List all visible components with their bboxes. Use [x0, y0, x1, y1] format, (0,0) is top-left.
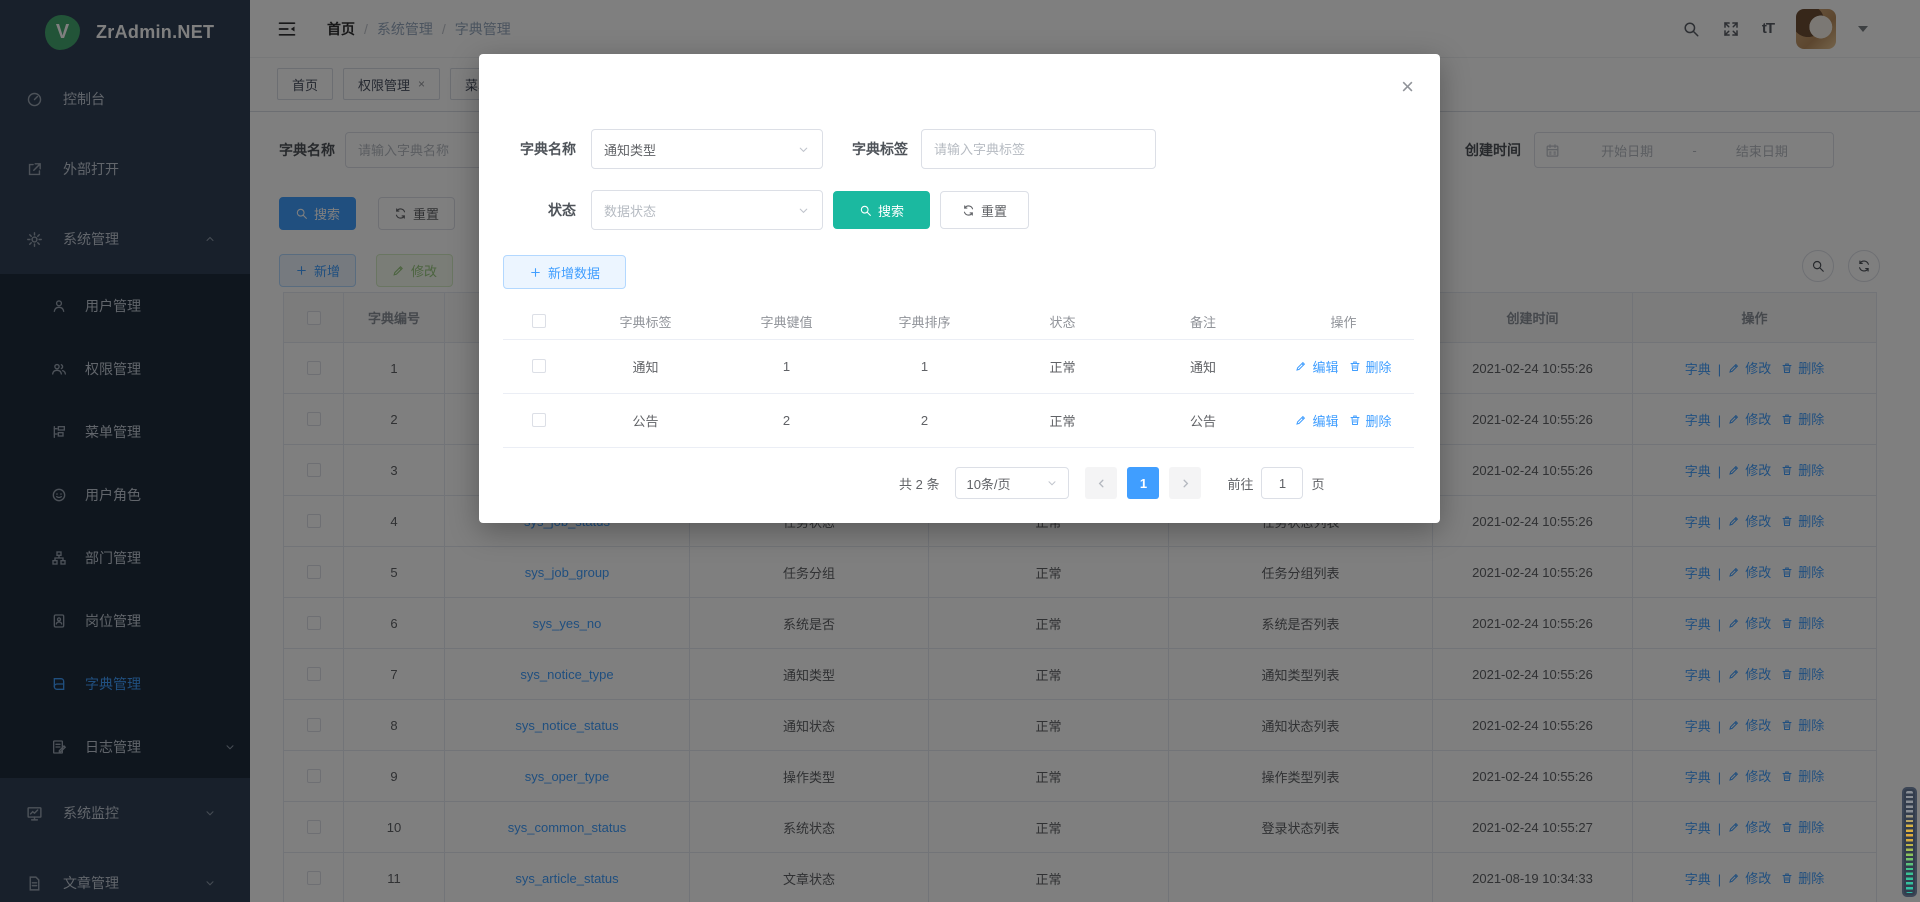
pagination: 共 2 条 10条/页 1 前往 页 — [899, 467, 1325, 499]
modal-search-label: 搜索 — [878, 201, 904, 220]
page-number-current[interactable]: 1 — [1127, 467, 1159, 499]
app-root: V ZrAdmin.NET 控制台 外部打开 系统管理 用户管理 权限管理 — [0, 0, 1920, 902]
chevron-right-icon — [1179, 477, 1192, 490]
modal-dict-label-label: 字典标签 — [837, 129, 908, 169]
row-checkbox[interactable] — [532, 413, 546, 427]
modal-reset-label: 重置 — [981, 201, 1007, 220]
modal-dict-name-label: 字典名称 — [505, 129, 576, 169]
modal-add-data-label: 新增数据 — [548, 263, 600, 282]
modal-dict-label-input[interactable] — [921, 129, 1156, 169]
next-page-button[interactable] — [1169, 467, 1201, 499]
select-all-checkbox[interactable] — [532, 314, 546, 328]
chevron-left-icon — [1095, 477, 1108, 490]
chevron-down-icon — [1046, 477, 1058, 489]
pagination-goto-label: 前往 — [1227, 474, 1253, 493]
row-delete-link[interactable]: 删除 — [1349, 357, 1392, 376]
close-icon[interactable]: × — [1401, 76, 1414, 98]
chevron-down-icon — [797, 204, 810, 217]
col-header-value: 字典键值 — [716, 304, 857, 339]
cell-status: 正常 — [992, 393, 1133, 447]
modal-add-data-button[interactable]: 新增数据 — [503, 255, 626, 289]
col-header-sort: 字典排序 — [857, 304, 992, 339]
modal-table-row: 公告 2 2 正常 公告 编辑 删除 — [503, 393, 1414, 447]
modal-dict-name-select[interactable]: 通知类型 — [591, 129, 823, 169]
cell-status: 正常 — [992, 339, 1133, 393]
scrollbar-indicator[interactable] — [1902, 787, 1917, 897]
prev-page-button[interactable] — [1085, 467, 1117, 499]
cell-remark: 通知 — [1133, 339, 1273, 393]
modal-table-header-row: 字典标签 字典键值 字典排序 状态 备注 操作 — [503, 304, 1414, 339]
page-size-select[interactable]: 10条/页 — [955, 467, 1069, 499]
plus-icon — [529, 266, 542, 279]
cell-label: 公告 — [575, 393, 716, 447]
select-placeholder: 数据状态 — [604, 201, 656, 220]
search-icon — [859, 204, 872, 217]
pagination-total: 共 2 条 — [899, 474, 939, 493]
chevron-down-icon — [797, 143, 810, 156]
modal-search-button[interactable]: 搜索 — [833, 191, 930, 229]
cell-value: 2 — [716, 393, 857, 447]
trash-icon — [1349, 414, 1361, 426]
pencil-icon — [1295, 414, 1307, 426]
cell-sort: 2 — [857, 393, 992, 447]
select-value: 通知类型 — [604, 140, 656, 159]
row-edit-link[interactable]: 编辑 — [1295, 411, 1338, 430]
refresh-icon — [962, 204, 975, 217]
modal-status-select[interactable]: 数据状态 — [591, 190, 823, 230]
modal-status-label: 状态 — [505, 190, 576, 230]
row-edit-label: 编辑 — [1312, 357, 1338, 376]
scrollbar-stripes — [1906, 791, 1913, 893]
row-edit-label: 编辑 — [1312, 411, 1338, 430]
row-delete-link[interactable]: 删除 — [1349, 411, 1392, 430]
trash-icon — [1349, 360, 1361, 372]
col-header-actions: 操作 — [1273, 304, 1414, 339]
col-header-status: 状态 — [992, 304, 1133, 339]
goto-page-input[interactable] — [1261, 467, 1303, 499]
modal-reset-button[interactable]: 重置 — [940, 191, 1029, 229]
col-header-remark: 备注 — [1133, 304, 1273, 339]
modal-table-row: 通知 1 1 正常 通知 编辑 删除 — [503, 339, 1414, 393]
cell-remark: 公告 — [1133, 393, 1273, 447]
row-edit-link[interactable]: 编辑 — [1295, 357, 1338, 376]
cell-sort: 1 — [857, 339, 992, 393]
col-header-label: 字典标签 — [575, 304, 716, 339]
pencil-icon — [1295, 360, 1307, 372]
cell-label: 通知 — [575, 339, 716, 393]
modal-dict-data-table: 字典标签 字典键值 字典排序 状态 备注 操作 通知 1 1 正常 通知 — [503, 304, 1414, 448]
row-checkbox[interactable] — [532, 359, 546, 373]
row-delete-label: 删除 — [1366, 411, 1392, 430]
pagination-unit-label: 页 — [1311, 474, 1324, 493]
page-size-value: 10条/页 — [966, 474, 1010, 493]
dict-data-modal: × 字典名称 通知类型 字典标签 状态 数据状态 搜索 重置 新增数据 — [479, 54, 1440, 523]
row-delete-label: 删除 — [1366, 357, 1392, 376]
cell-value: 1 — [716, 339, 857, 393]
